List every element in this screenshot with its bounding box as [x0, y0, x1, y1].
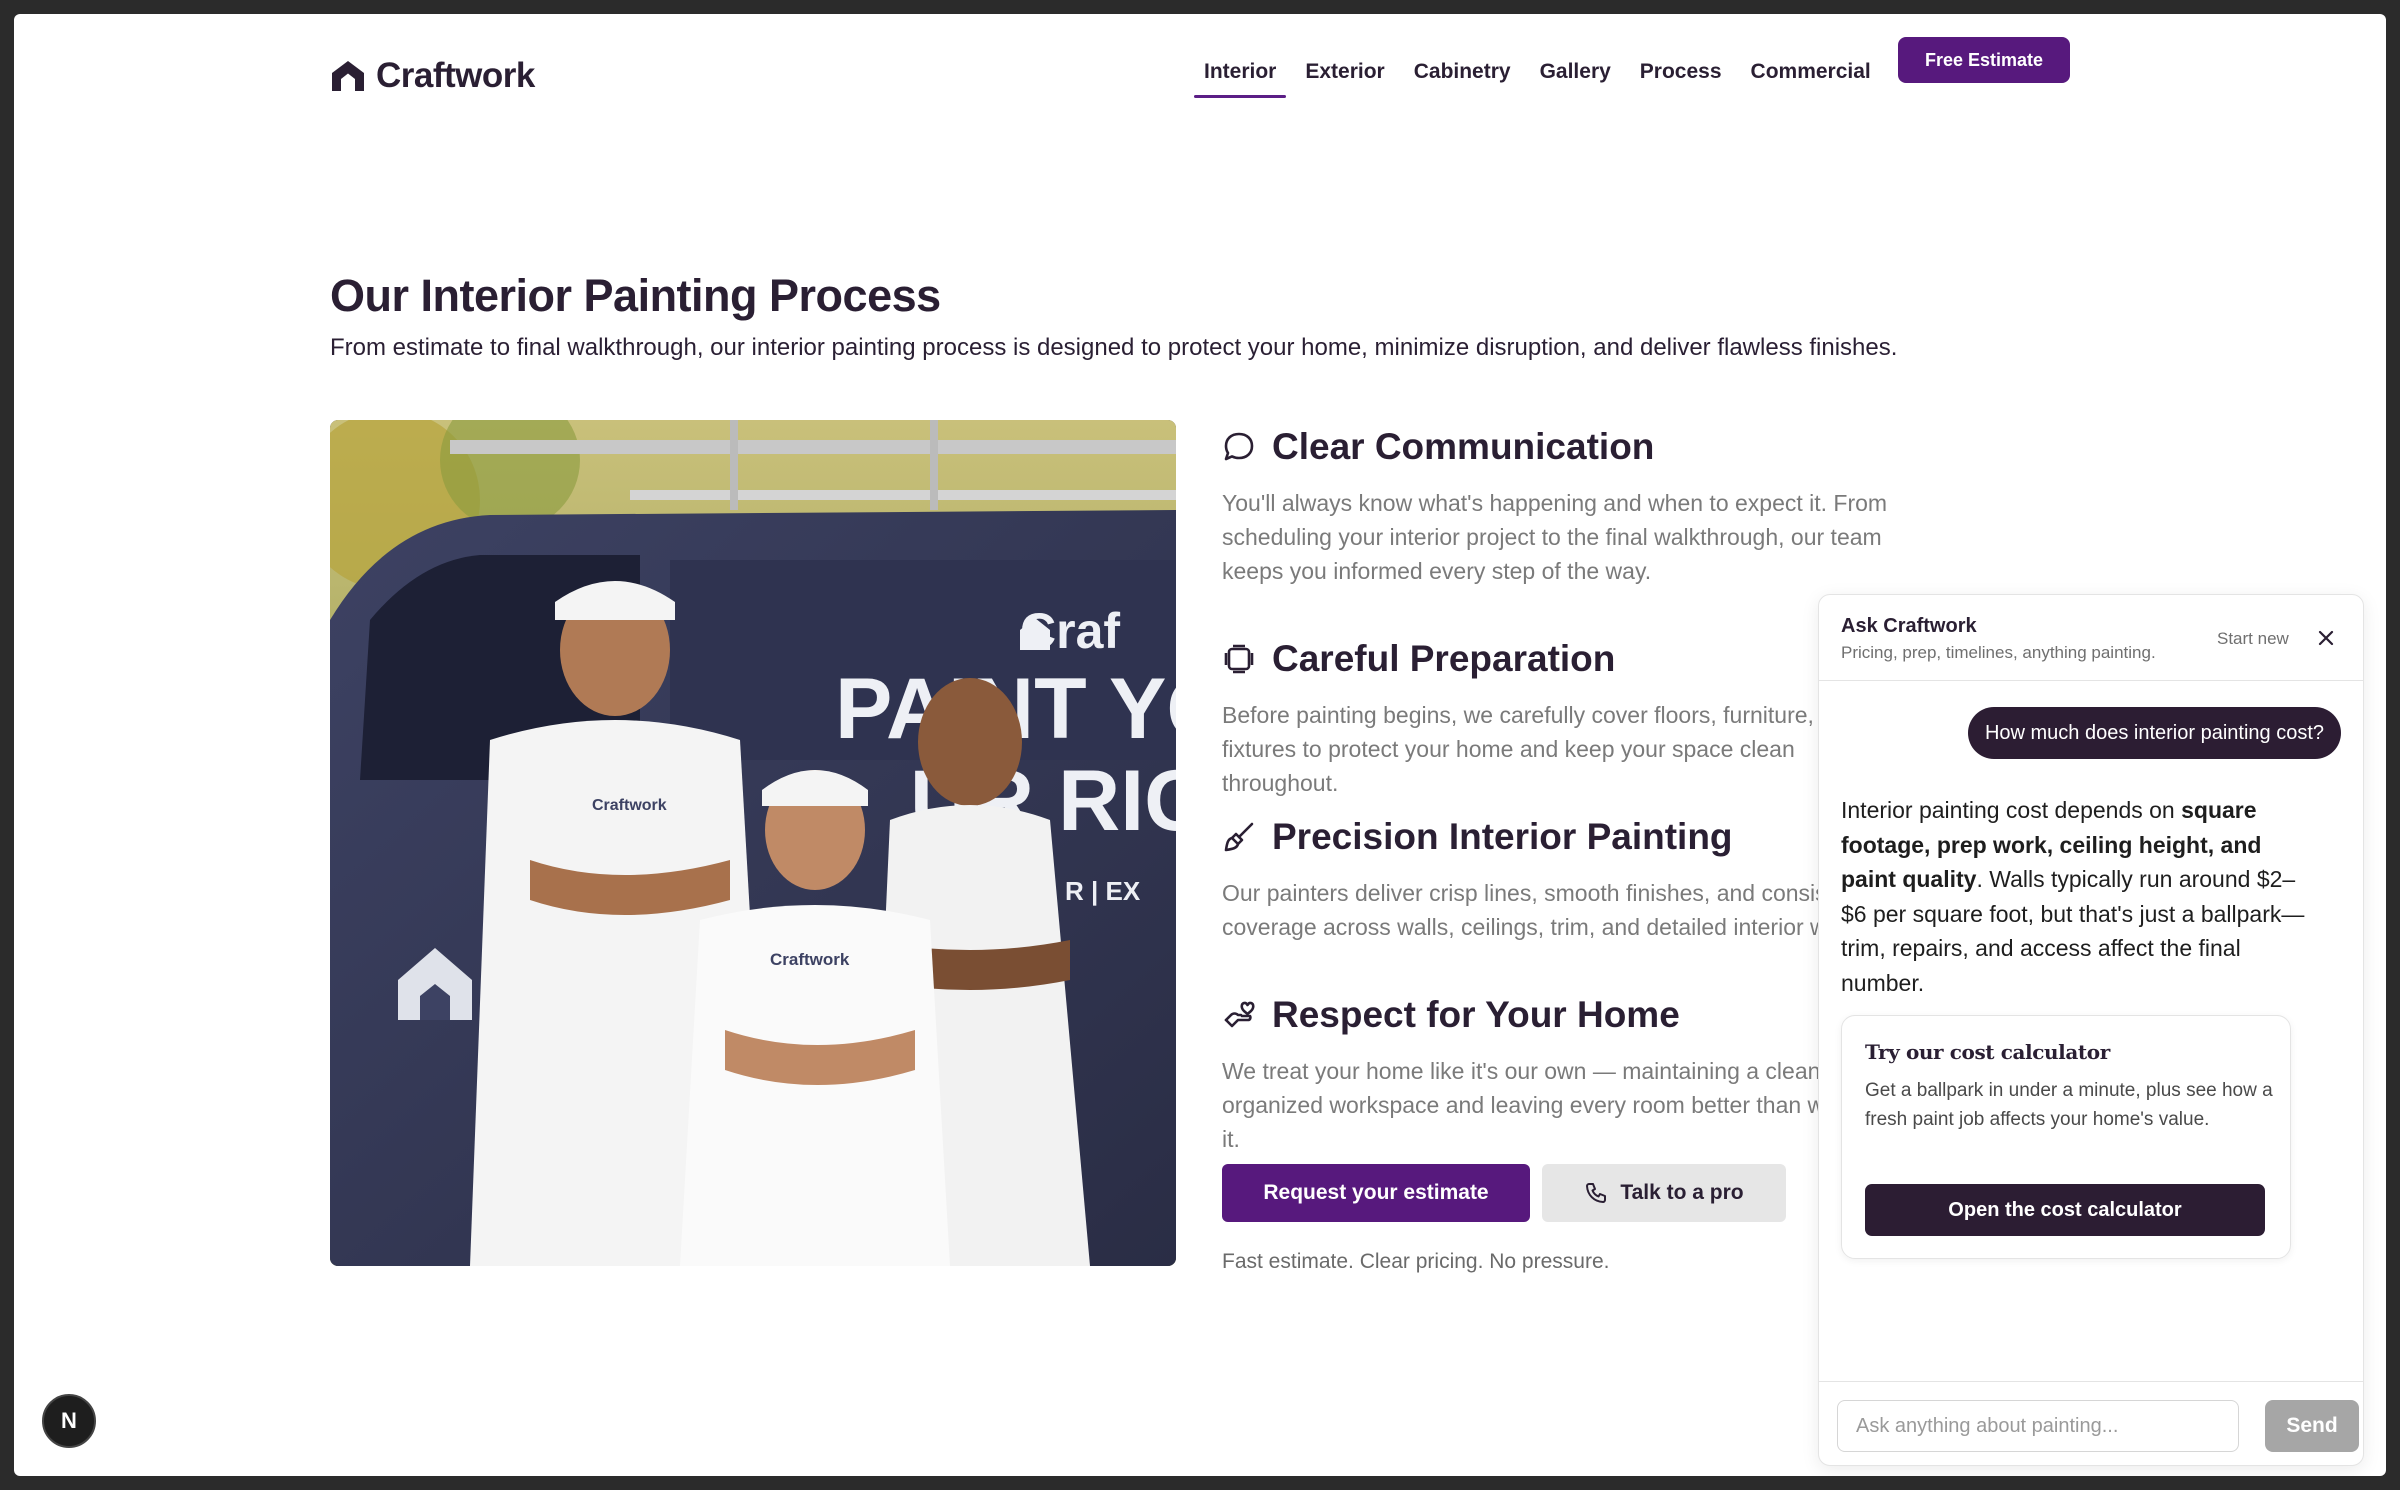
- cta-tagline: Fast estimate. Clear pricing. No pressur…: [1222, 1250, 1610, 1273]
- request-estimate-button[interactable]: Request your estimate: [1222, 1164, 1530, 1222]
- feature-clear-communication: Clear Communication You'll always know w…: [1222, 426, 1922, 588]
- talk-to-pro-button[interactable]: Talk to a pro: [1542, 1164, 1786, 1222]
- page: Craftwork Interior Exterior Cabinetry Ga…: [14, 14, 2386, 1476]
- svg-text:Craftwork: Craftwork: [592, 797, 667, 814]
- chat-footer: Send: [1819, 1381, 2363, 1465]
- feature-title: Clear Communication: [1272, 426, 1655, 467]
- start-new-button[interactable]: Start new: [2217, 629, 2289, 649]
- feature-precision-painting: Precision Interior Painting Our painters…: [1222, 816, 1922, 944]
- nav-item-interior[interactable]: Interior: [1194, 56, 1287, 98]
- brand-logo[interactable]: Craftwork: [330, 56, 535, 96]
- team-photo-illustration: Craf PAINT YO UR RIG R | EX Craftwork: [330, 420, 1176, 1266]
- page-subtitle: From estimate to final walkthrough, our …: [330, 334, 1898, 361]
- house-logo-icon: [332, 61, 364, 91]
- calc-card-title: Try our cost calculator: [1865, 1040, 2110, 1064]
- assistant-message: Interior painting cost depends on square…: [1841, 797, 2305, 996]
- feature-respect-home: Respect for Your Home We treat your home…: [1222, 994, 1922, 1156]
- nav-item-commercial[interactable]: Commercial: [1741, 56, 1881, 98]
- next-dev-badge[interactable]: N: [42, 1394, 96, 1448]
- chat-panel: Ask Craftwork Pricing, prep, timelines, …: [1818, 594, 2364, 1466]
- chat-input[interactable]: [1837, 1400, 2239, 1452]
- svg-text:Craftwork: Craftwork: [770, 950, 850, 969]
- phone-icon: [1586, 1183, 1607, 1203]
- send-button[interactable]: Send: [2265, 1400, 2359, 1452]
- brand-name: Craftwork: [376, 56, 535, 95]
- feature-title: Careful Preparation: [1272, 638, 1616, 679]
- feature-title: Respect for Your Home: [1272, 994, 1680, 1035]
- user-message-bubble: How much does interior painting cost?: [1967, 707, 2341, 759]
- main-nav: Interior Exterior Cabinetry Gallery Proc…: [1194, 56, 1890, 98]
- feature-title: Precision Interior Painting: [1272, 816, 1733, 857]
- nav-item-exterior[interactable]: Exterior: [1295, 56, 1394, 98]
- nav-item-process[interactable]: Process: [1630, 56, 1732, 98]
- feature-body: Our painters deliver crisp lines, smooth…: [1222, 880, 1866, 940]
- nav-item-cabinetry[interactable]: Cabinetry: [1404, 56, 1521, 98]
- free-estimate-button[interactable]: Free Estimate: [1898, 37, 2070, 83]
- chat-header: Ask Craftwork Pricing, prep, timelines, …: [1819, 595, 2363, 681]
- chat-bubble-icon: [1224, 432, 1254, 461]
- hand-heart-icon: [1224, 1001, 1255, 1028]
- svg-text:R | EX: R | EX: [1065, 876, 1141, 906]
- close-icon[interactable]: [2315, 627, 2337, 649]
- chat-title: Ask Craftwork: [1841, 615, 1977, 637]
- paintbrush-icon: [1224, 822, 1254, 852]
- page-title: Our Interior Painting Process: [330, 270, 941, 321]
- nav-item-gallery[interactable]: Gallery: [1530, 56, 1621, 98]
- talk-to-pro-label: Talk to a pro: [1620, 1181, 1744, 1204]
- chat-subtitle: Pricing, prep, timelines, anything paint…: [1841, 643, 2156, 662]
- feature-body: Before painting begins, we carefully cov…: [1222, 702, 1859, 796]
- cost-calculator-card: Try our cost calculator Get a ballpark i…: [1841, 1015, 2291, 1259]
- team-photo: Craf PAINT YO UR RIG R | EX Craftwork: [330, 420, 1176, 1266]
- calc-card-body: Get a ballpark in under a minute, plus s…: [1865, 1080, 2273, 1130]
- open-cost-calculator-button[interactable]: Open the cost calculator: [1865, 1184, 2265, 1236]
- feature-careful-preparation: Careful Preparation Before painting begi…: [1222, 638, 1922, 800]
- layers-icon: [1224, 644, 1254, 674]
- feature-body: We treat your home like it's our own — m…: [1222, 1058, 1901, 1152]
- feature-body: You'll always know what's happening and …: [1222, 490, 1888, 584]
